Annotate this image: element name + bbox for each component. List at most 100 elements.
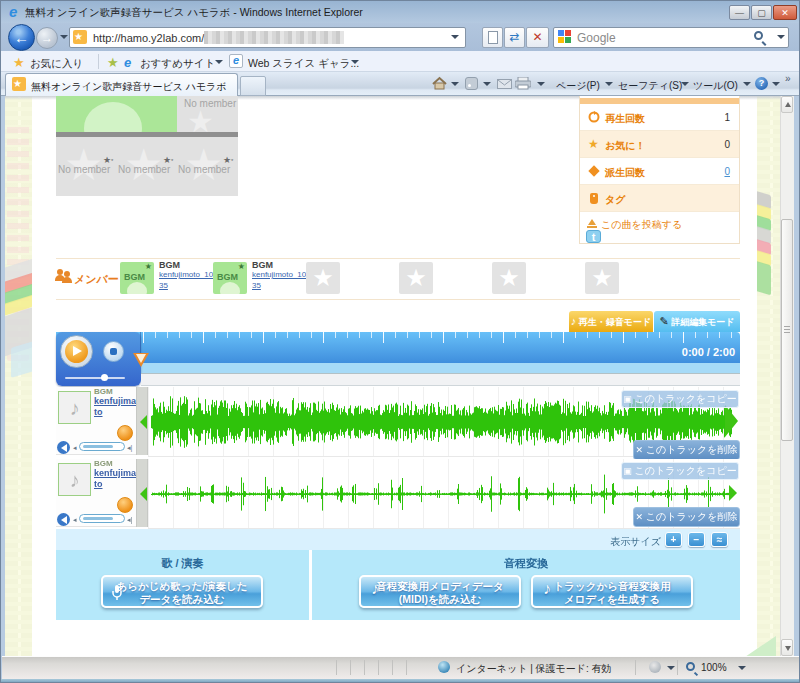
home-icon[interactable]: [432, 76, 447, 90]
new-tab-button[interactable]: [240, 76, 266, 96]
track-1-volume-slider[interactable]: [79, 442, 125, 451]
url-text: http://hamo.y2lab.com/: [93, 32, 204, 44]
member-slot-bgm-1[interactable]: BGM★: [120, 262, 154, 294]
mode-tab-play-record[interactable]: ♪ 再生・録音モード: [569, 311, 653, 332]
safety-menu-dropdown-icon[interactable]: [681, 82, 689, 86]
track-1-status-badge: [117, 425, 133, 441]
generate-melody-button[interactable]: ♪ トラックから音程変換用メロディを生成する: [531, 575, 693, 608]
safety-menu[interactable]: セーフティ(S): [618, 79, 682, 93]
track-2-speaker-icon[interactable]: [57, 513, 70, 526]
refresh-button[interactable]: ⇄: [504, 27, 525, 48]
scrollbar-up-arrow[interactable]: [781, 96, 793, 113]
post-song-link[interactable]: この曲を投稿する: [601, 218, 682, 232]
pencil-icon: ✎: [659, 315, 668, 327]
scrollbar-grip: [784, 326, 790, 327]
twitter-icon[interactable]: t: [586, 230, 601, 243]
load-performance-button[interactable]: あらかじめ歌った/演奏したデータを読み込む: [101, 575, 263, 608]
forward-button[interactable]: →: [36, 27, 58, 49]
track-1-copy-button[interactable]: ▣ このトラックをコピー: [621, 390, 739, 408]
member-avatar-current[interactable]: [56, 96, 177, 132]
home-dropdown-icon[interactable]: [451, 82, 459, 86]
track-2-user-link[interactable]: kenfujimato: [94, 468, 138, 490]
tools-menu-dropdown-icon[interactable]: [743, 82, 751, 86]
status-cell-divider: [364, 660, 365, 675]
x-icon: ✕: [636, 512, 644, 522]
feeds-icon[interactable]: [465, 77, 478, 90]
status-cell-divider: [392, 660, 393, 675]
master-volume-knob[interactable]: [101, 374, 108, 381]
help-icon[interactable]: ?: [755, 77, 768, 90]
stat-row-playcount: 再生回数 1: [580, 104, 739, 131]
search-icon[interactable]: [754, 31, 763, 40]
track-2-delete-button[interactable]: ✕ このトラックを削除: [633, 507, 740, 527]
mode-tab-detail-edit[interactable]: ✎ 詳細編集モード: [654, 311, 740, 332]
master-volume-slider[interactable]: [65, 377, 125, 379]
zoom-fit-button[interactable]: ≈: [711, 532, 728, 547]
track-1-start-marker[interactable]: [140, 415, 147, 429]
play-button[interactable]: [60, 335, 93, 368]
members-label: メンバー: [74, 272, 119, 287]
url-blurred-region: [204, 31, 344, 44]
scrollbar-thumb[interactable]: [781, 219, 793, 441]
mail-icon[interactable]: [497, 79, 512, 89]
track-2-end-marker[interactable]: [729, 485, 737, 501]
protected-mode-icon[interactable]: [649, 661, 661, 673]
post-icon: [587, 219, 597, 228]
zoom-out-button[interactable]: −: [688, 532, 705, 547]
stat-row-tags[interactable]: タグ: [580, 185, 739, 212]
search-dropdown-icon[interactable]: [777, 35, 785, 39]
feeds-dropdown-icon[interactable]: [483, 82, 491, 86]
track-2-copy-button[interactable]: ▣ このトラックをコピー: [621, 462, 739, 480]
member-name-link[interactable]: kenfujimoto_1035: [159, 269, 213, 291]
track-2-start-marker[interactable]: [140, 487, 147, 501]
suggested-sites-dropdown-icon[interactable]: [215, 60, 223, 64]
internet-zone-icon: [438, 661, 450, 673]
minimize-button[interactable]: —: [729, 5, 750, 20]
status-dropdown-icon[interactable]: [667, 666, 675, 670]
print-dropdown-icon[interactable]: [537, 82, 545, 86]
stop-button[interactable]: [103, 341, 124, 362]
track-1-user-link[interactable]: kenfujimato: [94, 396, 138, 418]
maximize-button[interactable]: ▢: [751, 5, 772, 20]
copy-icon: ▣: [623, 394, 632, 404]
help-dropdown-icon[interactable]: [772, 82, 780, 86]
member-name-link[interactable]: kenfujimoto_1035: [252, 269, 306, 291]
suggested-sites-button[interactable]: おすすめサイト: [140, 57, 215, 71]
page-menu-dropdown-icon[interactable]: [605, 82, 613, 86]
chevron-overflow-icon[interactable]: »: [785, 73, 791, 84]
zoom-in-button[interactable]: +: [665, 532, 682, 547]
close-button[interactable]: ✕: [773, 5, 797, 20]
horizontal-scrollbar[interactable]: [141, 373, 740, 386]
zoom-dropdown-icon[interactable]: [738, 666, 746, 670]
track-2-status-badge: [117, 497, 133, 513]
playhead-marker[interactable]: [133, 353, 149, 367]
compatibility-view-button[interactable]: [482, 27, 503, 48]
tools-menu[interactable]: ツール(O): [693, 79, 738, 93]
favorites-star-icon[interactable]: ★: [13, 55, 25, 70]
scrollbar-down-arrow[interactable]: [781, 639, 793, 656]
zoom-level[interactable]: 100%: [701, 662, 727, 673]
vol-min-mark: ◂: [73, 515, 77, 524]
track-1-speaker-icon[interactable]: [57, 441, 70, 454]
address-dropdown-icon[interactable]: [451, 35, 459, 39]
history-dropdown-icon[interactable]: [60, 35, 68, 39]
member-slot-empty-2: ★: [399, 262, 433, 294]
page-menu[interactable]: ページ(P): [556, 79, 600, 93]
track-2-volume-slider[interactable]: [79, 514, 125, 523]
status-cell-divider: [350, 660, 351, 675]
stop-button[interactable]: ✕: [526, 27, 549, 48]
track-1-badge: BGM: [94, 387, 113, 396]
web-slice-button[interactable]: Web スライス ギャラ...: [248, 57, 359, 71]
print-icon[interactable]: [515, 77, 531, 90]
back-button[interactable]: ←: [8, 24, 35, 51]
favorites-button[interactable]: お気に入り: [30, 57, 83, 71]
add-favorite-icon[interactable]: ★: [107, 55, 119, 70]
track-1-delete-button[interactable]: ✕ このトラックを削除: [633, 440, 740, 460]
load-midi-button[interactable]: ♪ 音程変換用メロディデータ(MIDI)を読み込む: [359, 575, 521, 608]
web-slice-dropdown-icon[interactable]: [351, 60, 359, 64]
member-slot-bgm-2[interactable]: BGM★: [213, 262, 247, 294]
zoom-icon[interactable]: [686, 662, 695, 671]
status-cell-divider: [406, 660, 407, 675]
track-1-end-marker[interactable]: [725, 405, 738, 437]
playhead-line: [140, 332, 141, 354]
